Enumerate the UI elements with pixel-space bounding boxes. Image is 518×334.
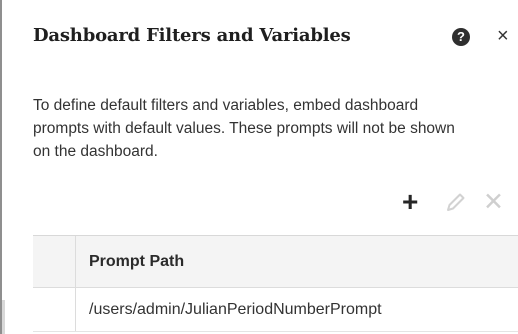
prompts-table: Prompt Path /users/admin/JulianPeriodNum… [33, 235, 518, 332]
table-header-row: Prompt Path [33, 236, 518, 288]
dialog-title: Dashboard Filters and Variables [33, 25, 351, 46]
window-left-notch [2, 300, 5, 334]
prompt-path-cell: /users/admin/JulianPeriodNumberPrompt [89, 301, 382, 318]
add-prompt-button[interactable]: + [402, 188, 418, 216]
help-icon[interactable]: ? [452, 28, 470, 46]
row-selector-cell[interactable] [33, 288, 76, 331]
edit-pencil-icon [447, 193, 465, 211]
window-left-edge [0, 0, 2, 334]
dialog-description: To define default filters and variables,… [33, 97, 455, 160]
delete-x-icon: ✕ [483, 188, 504, 216]
selection-column-header [33, 236, 76, 287]
column-header-prompt-path[interactable]: Prompt Path [76, 236, 184, 287]
close-icon[interactable]: × [497, 23, 509, 49]
table-row[interactable]: /users/admin/JulianPeriodNumberPrompt [33, 288, 518, 332]
